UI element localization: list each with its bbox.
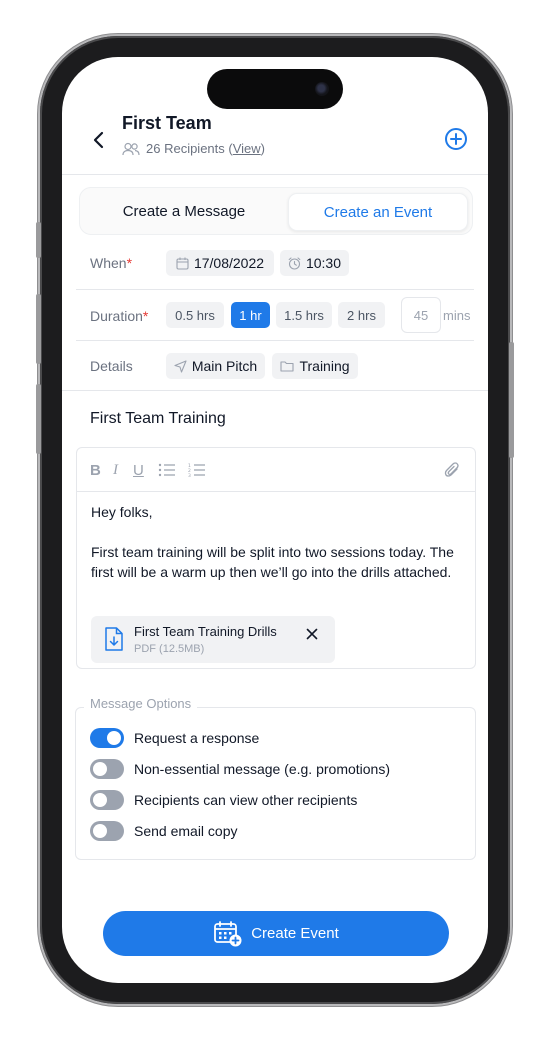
- minutes-unit-label: mins: [443, 308, 471, 323]
- attachment-card[interactable]: First Team Training Drills PDF (12.5MB): [91, 616, 335, 663]
- close-icon: [306, 628, 318, 640]
- tab-create-message[interactable]: Create a Message: [85, 193, 283, 229]
- divider: [76, 340, 474, 341]
- toggle-switch[interactable]: [90, 728, 124, 748]
- add-button[interactable]: [444, 127, 468, 151]
- calendar-icon: [176, 257, 189, 270]
- category-chip[interactable]: Training: [272, 353, 358, 379]
- option-label: Send email copy: [134, 823, 238, 839]
- custom-minutes-input[interactable]: 45: [401, 297, 441, 333]
- duration-option-0.5hrs[interactable]: 0.5 hrs: [166, 302, 224, 328]
- bullet-list-icon[interactable]: [158, 460, 176, 480]
- numbered-list-icon[interactable]: 1 2 3: [188, 460, 206, 480]
- back-button[interactable]: [88, 127, 110, 153]
- header-divider: [62, 174, 488, 175]
- location-arrow-icon: [174, 359, 187, 373]
- remove-attachment-button[interactable]: [304, 626, 320, 642]
- time-value: 10:30: [305, 255, 342, 271]
- svg-text:3: 3: [188, 473, 191, 477]
- action-button: [36, 222, 41, 258]
- alarm-clock-icon: [288, 256, 301, 270]
- create-event-button[interactable]: Create Event: [103, 911, 449, 956]
- option-request-response[interactable]: Request a response: [90, 728, 259, 748]
- divider: [62, 390, 488, 391]
- calendar-add-icon: [214, 920, 242, 946]
- location-chip[interactable]: Main Pitch: [166, 353, 265, 379]
- recipients-count: 26 Recipients (: [146, 141, 233, 156]
- message-body[interactable]: Hey folks, First team training will be s…: [91, 502, 463, 582]
- underline-icon[interactable]: U: [133, 460, 144, 480]
- category-value: Training: [299, 358, 350, 374]
- create-event-label: Create Event: [251, 925, 339, 942]
- duration-option-1hr[interactable]: 1 hr: [231, 302, 270, 328]
- view-recipients-link[interactable]: View: [233, 141, 261, 156]
- users-icon: [122, 142, 140, 155]
- details-label: Details: [90, 358, 133, 374]
- italic-icon[interactable]: I: [113, 460, 118, 480]
- file-download-icon: [105, 627, 123, 651]
- attachment-icon[interactable]: [444, 460, 460, 480]
- option-label: Request a response: [134, 730, 260, 746]
- option-non-essential[interactable]: Non-essential message (e.g. promotions): [90, 759, 390, 779]
- plus-circle-icon: [445, 128, 467, 150]
- duration-option-1.5hrs[interactable]: 1.5 hrs: [276, 302, 332, 328]
- attachment-meta: PDF (12.5MB): [134, 643, 205, 655]
- date-value: 17/08/2022: [193, 255, 265, 271]
- duration-label: Duration*: [90, 308, 149, 324]
- dynamic-island: [207, 69, 343, 109]
- tab-create-event[interactable]: Create an Event: [288, 193, 468, 231]
- toggle-switch[interactable]: [90, 759, 124, 779]
- date-picker[interactable]: 17/08/2022: [166, 250, 274, 276]
- message-paragraph: Hey folks,: [91, 504, 153, 520]
- toggle-switch[interactable]: [90, 790, 124, 810]
- time-picker[interactable]: 10:30: [280, 250, 349, 276]
- option-label: Non-essential message (e.g. promotions): [134, 761, 391, 777]
- attachment-name: First Team Training Drills: [134, 624, 277, 639]
- location-value: Main Pitch: [191, 358, 258, 374]
- volume-down-button: [36, 384, 41, 454]
- page-title: First Team: [122, 113, 212, 133]
- message-editor[interactable]: B I U 1 2 3 Hey folks, First team traini…: [76, 447, 476, 669]
- message-options-legend: Message Options: [84, 696, 198, 711]
- recipients-summary: 26 Recipients (View): [122, 141, 265, 156]
- message-paragraph: First team training will be split into t…: [91, 544, 454, 580]
- power-button: [509, 342, 514, 458]
- required-mark: *: [142, 308, 149, 324]
- divider: [76, 289, 474, 290]
- camera-icon: [315, 82, 329, 96]
- bold-icon[interactable]: B: [90, 460, 101, 480]
- folder-icon: [280, 361, 295, 372]
- option-email-copy[interactable]: Send email copy: [90, 821, 238, 841]
- required-mark: *: [126, 255, 133, 271]
- editor-toolbar: B I U 1 2 3: [77, 448, 475, 492]
- volume-up-button: [36, 294, 41, 364]
- duration-option-2hrs[interactable]: 2 hrs: [338, 302, 385, 328]
- event-title-input[interactable]: First Team Training: [90, 410, 226, 428]
- when-label: When*: [90, 255, 133, 271]
- app-screen: First Team 26 Recipients (View) Create a…: [62, 57, 488, 983]
- option-view-recipients[interactable]: Recipients can view other recipients: [90, 790, 357, 810]
- mode-tabs: Create a Message Create an Event: [79, 187, 473, 235]
- toggle-switch[interactable]: [90, 821, 124, 841]
- option-label: Recipients can view other recipients: [134, 792, 358, 808]
- chevron-left-icon: [93, 131, 104, 149]
- recipients-close: ): [260, 141, 266, 156]
